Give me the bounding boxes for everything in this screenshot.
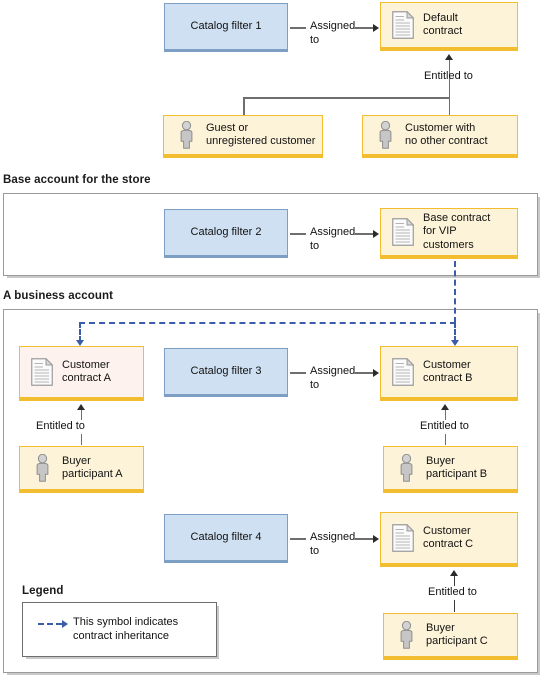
connector-filter2-to-base-contract <box>290 233 306 235</box>
inheritance-line-vertical-main <box>454 261 456 323</box>
connector-filter4-to-contract-c-2 <box>355 538 373 540</box>
connector-filter3-to-contract-b-2 <box>355 372 373 374</box>
diagram-canvas: Catalog filter 1 Assigned to Default con… <box>0 0 548 683</box>
node-catalog-filter-3[interactable]: Catalog filter 3 <box>164 348 288 397</box>
connector-filter3-to-contract-b <box>290 372 306 374</box>
node-customer-contract-b[interactable]: Customer contract B <box>380 346 518 401</box>
node-buyer-participant-c[interactable]: Buyer participant C <box>383 613 518 660</box>
node-catalog-filter-2[interactable]: Catalog filter 2 <box>164 209 288 258</box>
node-label: Catalog filter 1 <box>190 19 262 32</box>
panel-title-business-account: A business account <box>3 290 114 302</box>
node-customer-contract-a[interactable]: Customer contract A <box>19 346 144 401</box>
node-label: Catalog filter 3 <box>190 364 262 377</box>
connector-filter1-to-default <box>290 27 306 29</box>
node-label: Buyer participant C <box>426 621 488 648</box>
node-buyer-participant-a[interactable]: Buyer participant A <box>19 446 144 493</box>
inheritance-line-to-contract-a <box>79 322 81 342</box>
connector-filter2-to-base-contract-2 <box>355 233 373 235</box>
node-buyer-participant-b[interactable]: Buyer participant B <box>383 446 518 493</box>
document-icon <box>30 357 54 387</box>
node-label: Default contract <box>423 11 463 38</box>
node-label: Buyer participant B <box>426 454 488 481</box>
person-icon <box>394 453 418 483</box>
person-icon <box>394 620 418 650</box>
document-icon <box>391 357 415 387</box>
inheritance-line-horizontal <box>79 322 456 324</box>
legend-title: Legend <box>22 585 64 597</box>
arrowhead-right-icon <box>373 23 379 32</box>
person-icon <box>174 120 198 150</box>
connector-filter1-to-default-2 <box>355 27 373 29</box>
connector-entitled-to-default <box>448 60 450 115</box>
edge-label-assigned-to-2: Assigned to <box>310 226 356 252</box>
node-catalog-filter-1[interactable]: Catalog filter 1 <box>164 3 288 52</box>
node-label: Catalog filter 4 <box>190 530 262 543</box>
edge-label-entitled-to-c: Entitled to <box>428 586 518 600</box>
edge-label-assigned-to-3: Assigned to <box>310 365 356 391</box>
node-label: Customer contract B <box>423 358 473 385</box>
node-label: Customer contract A <box>62 358 111 385</box>
node-label: Customer contract C <box>423 524 474 551</box>
document-icon <box>391 523 415 553</box>
arrowhead-right-icon <box>373 368 379 377</box>
node-base-contract-vip[interactable]: Base contract for VIP customers <box>380 208 518 259</box>
document-icon <box>391 217 415 247</box>
connector-filter4-to-contract-c <box>290 538 306 540</box>
node-customer-contract-c[interactable]: Customer contract C <box>380 512 518 567</box>
connector-bracket-horizontal <box>243 97 450 99</box>
node-label: Buyer participant A <box>62 454 123 481</box>
connector-bracket-left <box>243 97 245 116</box>
edge-label-assigned-to-4: Assigned to <box>310 531 356 557</box>
node-label: Base contract for VIP customers <box>423 211 491 251</box>
edge-label-entitled-to-b: Entitled to <box>420 420 510 434</box>
inheritance-line-to-contract-b <box>454 322 456 342</box>
node-catalog-filter-4[interactable]: Catalog filter 4 <box>164 514 288 563</box>
arrowhead-right-icon <box>373 229 379 238</box>
edge-label-entitled-to-1: Entitled to <box>424 70 473 82</box>
node-label: Customer with no other contract <box>405 121 488 148</box>
panel-title-base-account: Base account for the store <box>3 174 151 186</box>
node-customer-with-no-other-contract[interactable]: Customer with no other contract <box>362 115 518 158</box>
arrowhead-right-icon <box>62 619 68 628</box>
node-default-contract[interactable]: Default contract <box>380 2 518 51</box>
document-icon <box>391 10 415 40</box>
node-label: Guest or unregistered customer <box>206 121 316 148</box>
person-icon <box>30 453 54 483</box>
node-label: Catalog filter 2 <box>190 225 262 238</box>
edge-label-assigned-to-1: Assigned to <box>310 20 356 46</box>
dashed-arrow-icon <box>38 623 62 625</box>
arrowhead-right-icon <box>373 534 379 543</box>
legend-entry-text: This symbol indicates contract inheritan… <box>73 616 179 642</box>
node-guest-or-unregistered-customer[interactable]: Guest or unregistered customer <box>163 115 323 158</box>
edge-label-entitled-to-a: Entitled to <box>36 420 126 434</box>
person-icon <box>373 120 397 150</box>
